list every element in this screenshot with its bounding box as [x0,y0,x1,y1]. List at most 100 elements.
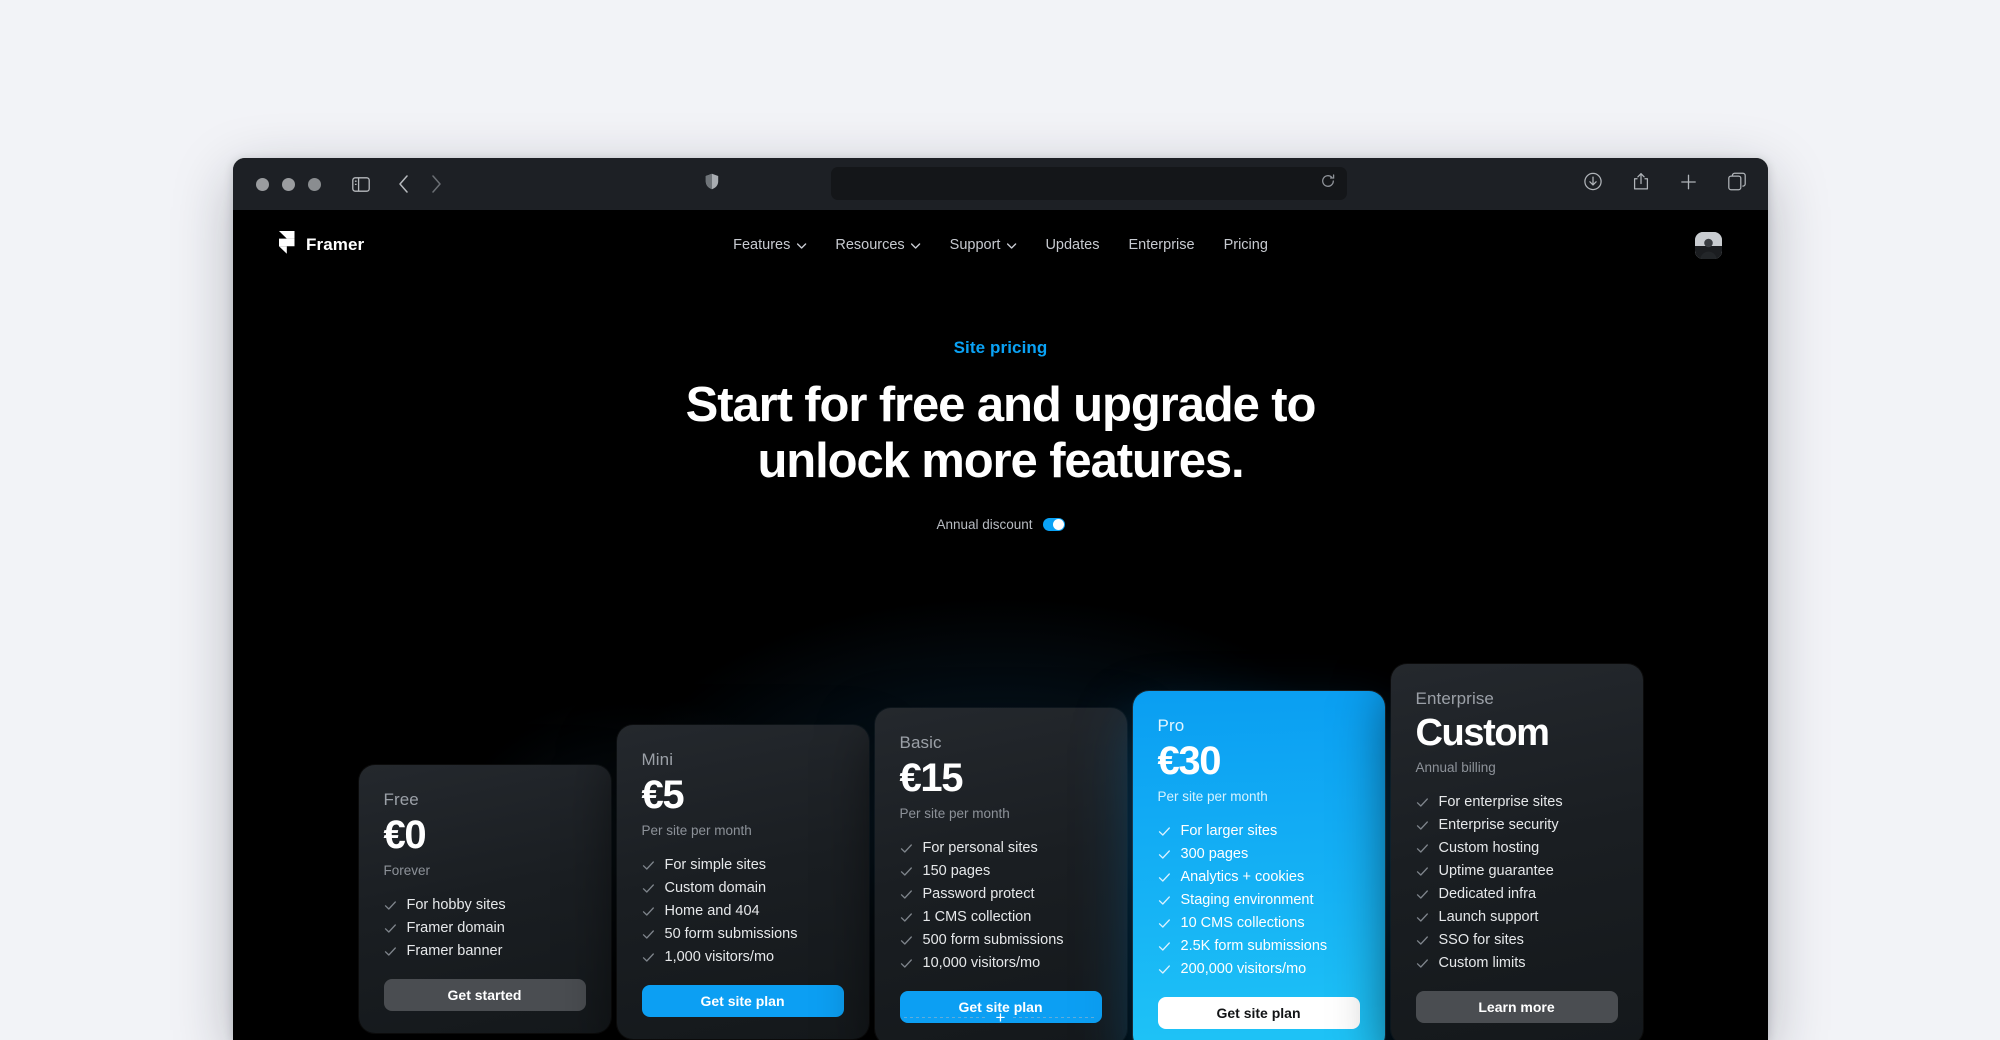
plan-feature-list: For personal sites 150 pages Password pr… [900,840,1102,971]
nav-link-pricing[interactable]: Pricing [1224,237,1268,253]
site-viewport: Framer Features Resources Support Update… [233,210,1768,1040]
check-icon [384,945,397,958]
nav-link-label: Resources [835,237,905,253]
plan-price: €0 [383,813,427,858]
tab-overview-icon[interactable] [1728,172,1746,196]
page-title-line-1: Start for free and upgrade to [685,378,1317,432]
feature-label: For simple sites [664,857,767,873]
check-icon [1416,911,1429,924]
close-window-button[interactable] [256,177,269,191]
list-item: For enterprise sites [1416,794,1618,810]
plan-name: Free [383,790,419,810]
back-arrow-icon[interactable] [398,175,409,193]
marker-line-left [903,1017,988,1018]
feature-label: 1,000 visitors/mo [664,949,775,965]
browser-window: Framer Features Resources Support Update… [233,158,1768,1040]
plan-period: Forever [383,863,431,878]
brand-name: Framer [306,235,365,254]
check-icon [1416,957,1429,970]
share-icon[interactable] [1633,173,1649,196]
page-title: Start for free and upgrade to unlock mor… [233,378,1768,490]
list-item: Framer domain [384,920,586,936]
feature-label: 300 pages [1180,846,1249,862]
check-icon [642,859,655,872]
nav-link-features[interactable]: Features [733,237,807,253]
plan-card-mini: Mini €5 Per site per month For simple si… [616,725,869,1039]
nav-link-support[interactable]: Support [950,237,1017,253]
list-item: Dedicated infra [1416,886,1618,902]
download-icon[interactable] [1584,172,1602,196]
plan-cta-mini[interactable]: Get site plan [641,985,844,1017]
feature-label: 1 CMS collection [922,909,1032,925]
nav-link-label: Support [949,237,1001,253]
reload-icon[interactable] [1321,174,1335,193]
toggle-knob [1052,518,1064,530]
list-item: Framer banner [384,943,586,959]
forward-arrow-icon[interactable] [431,175,442,193]
check-icon [1416,819,1429,832]
check-icon [642,928,655,941]
plan-name: Enterprise [1415,689,1494,709]
plan-feature-list: For simple sites Custom domain Home and … [642,857,844,965]
feature-label: Launch support [1438,909,1539,925]
feature-label: 200,000 visitors/mo [1180,961,1307,977]
check-icon [384,899,397,912]
feature-label: Staging environment [1180,892,1314,908]
plan-card-basic: Basic €15 Per site per month For persona… [874,708,1127,1040]
feature-label: 2.5K form submissions [1180,938,1328,954]
plan-period: Per site per month [899,806,1010,821]
brand-logo[interactable]: Framer [279,231,364,259]
window-traffic-lights[interactable] [256,177,321,191]
avatar[interactable] [1695,231,1722,259]
hero-section: Site pricing Start for free and upgrade … [233,280,1768,534]
check-icon [900,911,913,924]
sidebar-toggle-icon[interactable] [352,176,370,192]
check-icon [900,934,913,947]
annual-discount-toggle[interactable] [1042,517,1065,531]
framer-logo-icon [279,231,295,259]
nav-link-updates[interactable]: Updates [1045,237,1099,253]
list-item: 1,000 visitors/mo [642,949,844,965]
nav-link-resources[interactable]: Resources [835,237,921,253]
list-item: 150 pages [900,863,1102,879]
plan-card-pro: Pro €30 Per site per month For larger si… [1132,691,1385,1040]
feature-label: 150 pages [922,863,991,879]
list-item: SSO for sites [1416,932,1618,948]
browser-toolbar-actions [1584,172,1746,196]
list-item: Enterprise security [1416,817,1618,833]
list-item: Launch support [1416,909,1618,925]
feature-label: Custom limits [1438,955,1526,971]
plan-price: €15 [899,756,964,801]
list-item: For personal sites [900,840,1102,856]
plan-cta-pro[interactable]: Get site plan [1157,997,1360,1029]
nav-link-label: Pricing [1223,237,1268,253]
feature-label: Analytics + cookies [1180,869,1305,885]
plan-price: €5 [641,773,685,818]
list-item: For simple sites [642,857,844,873]
plan-name: Basic [899,733,942,753]
plus-icon[interactable] [1680,173,1697,195]
check-icon [1158,963,1171,976]
list-item: Custom limits [1416,955,1618,971]
plan-cta-enterprise[interactable]: Learn more [1415,991,1618,1023]
list-item: Custom hosting [1416,840,1618,856]
check-icon [384,922,397,935]
check-icon [642,905,655,918]
feature-label: For personal sites [922,840,1038,856]
url-bar[interactable] [831,167,1347,200]
nav-link-enterprise[interactable]: Enterprise [1128,237,1194,253]
shield-icon[interactable] [705,173,719,195]
minimize-window-button[interactable] [282,177,295,191]
check-icon [1416,842,1429,855]
maximize-window-button[interactable] [308,177,321,191]
plan-cta-free[interactable]: Get started [383,979,586,1011]
check-icon [1158,894,1171,907]
list-item: For larger sites [1158,823,1360,839]
list-item: Custom domain [642,880,844,896]
plan-name: Mini [641,750,674,770]
chevron-down-icon [796,237,807,253]
feature-label: Custom domain [664,880,767,896]
nav-link-label: Updates [1045,237,1100,253]
feature-label: Dedicated infra [1438,886,1537,902]
feature-label: For hobby sites [406,897,506,913]
